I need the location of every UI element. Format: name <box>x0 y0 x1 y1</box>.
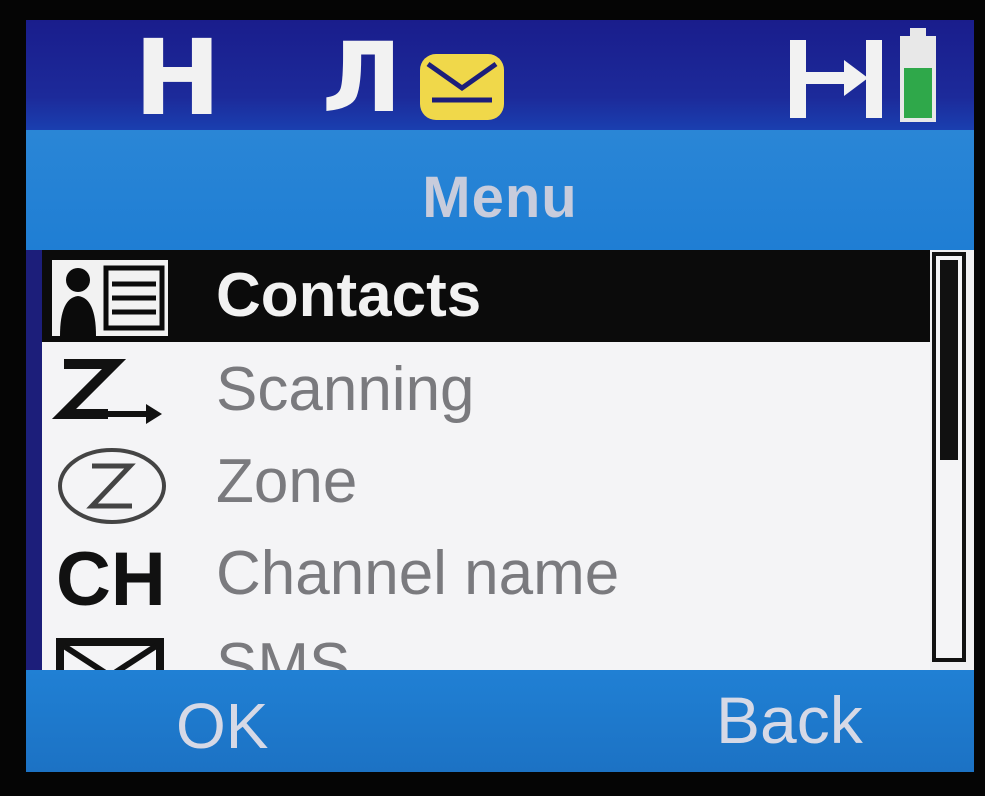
menu-item-scanning[interactable]: Scanning <box>42 344 930 436</box>
status-bar: H Л <box>26 20 974 130</box>
ok-softkey[interactable]: OK <box>176 690 268 762</box>
title-bar: Menu <box>26 130 974 250</box>
menu-item-label: Contacts <box>216 261 482 330</box>
envelope-icon <box>420 54 504 120</box>
page-title: Menu <box>422 165 578 230</box>
back-softkey[interactable]: Back <box>716 684 863 756</box>
softkey-bar: OK Back <box>26 670 974 772</box>
zone-icon <box>58 448 166 524</box>
radio-screen: H Л Menu Contacts Scanning Zone CH Chann… <box>26 20 974 772</box>
scanning-icon <box>51 359 162 424</box>
menu-item-channel-name[interactable]: CH Channel name <box>42 528 930 622</box>
scrollbar[interactable] <box>932 252 966 662</box>
menu-item-contacts[interactable]: Contacts <box>42 250 930 342</box>
sms-icon <box>56 638 164 670</box>
menu-item-label: SMS <box>216 631 351 670</box>
signal-indicator: Л <box>322 22 402 134</box>
contacts-icon <box>52 260 168 336</box>
battery-icon <box>900 28 936 122</box>
channel-icon: CH <box>56 537 166 622</box>
menu-item-label: Scanning <box>216 355 475 424</box>
menu-item-label: Channel name <box>216 539 620 608</box>
mode-indicator: H <box>134 20 222 139</box>
menu-list: Contacts Scanning Zone CH Channel name S… <box>42 250 930 670</box>
menu-item-sms[interactable]: SMS <box>42 620 930 670</box>
menu-item-label: Zone <box>216 447 358 516</box>
scrollbar-thumb[interactable] <box>940 260 958 460</box>
menu-item-zone[interactable]: Zone <box>42 436 930 528</box>
signal-icon <box>790 40 882 118</box>
device-bezel: H Л Menu Contacts Scanning Zone CH Chann… <box>0 0 985 796</box>
